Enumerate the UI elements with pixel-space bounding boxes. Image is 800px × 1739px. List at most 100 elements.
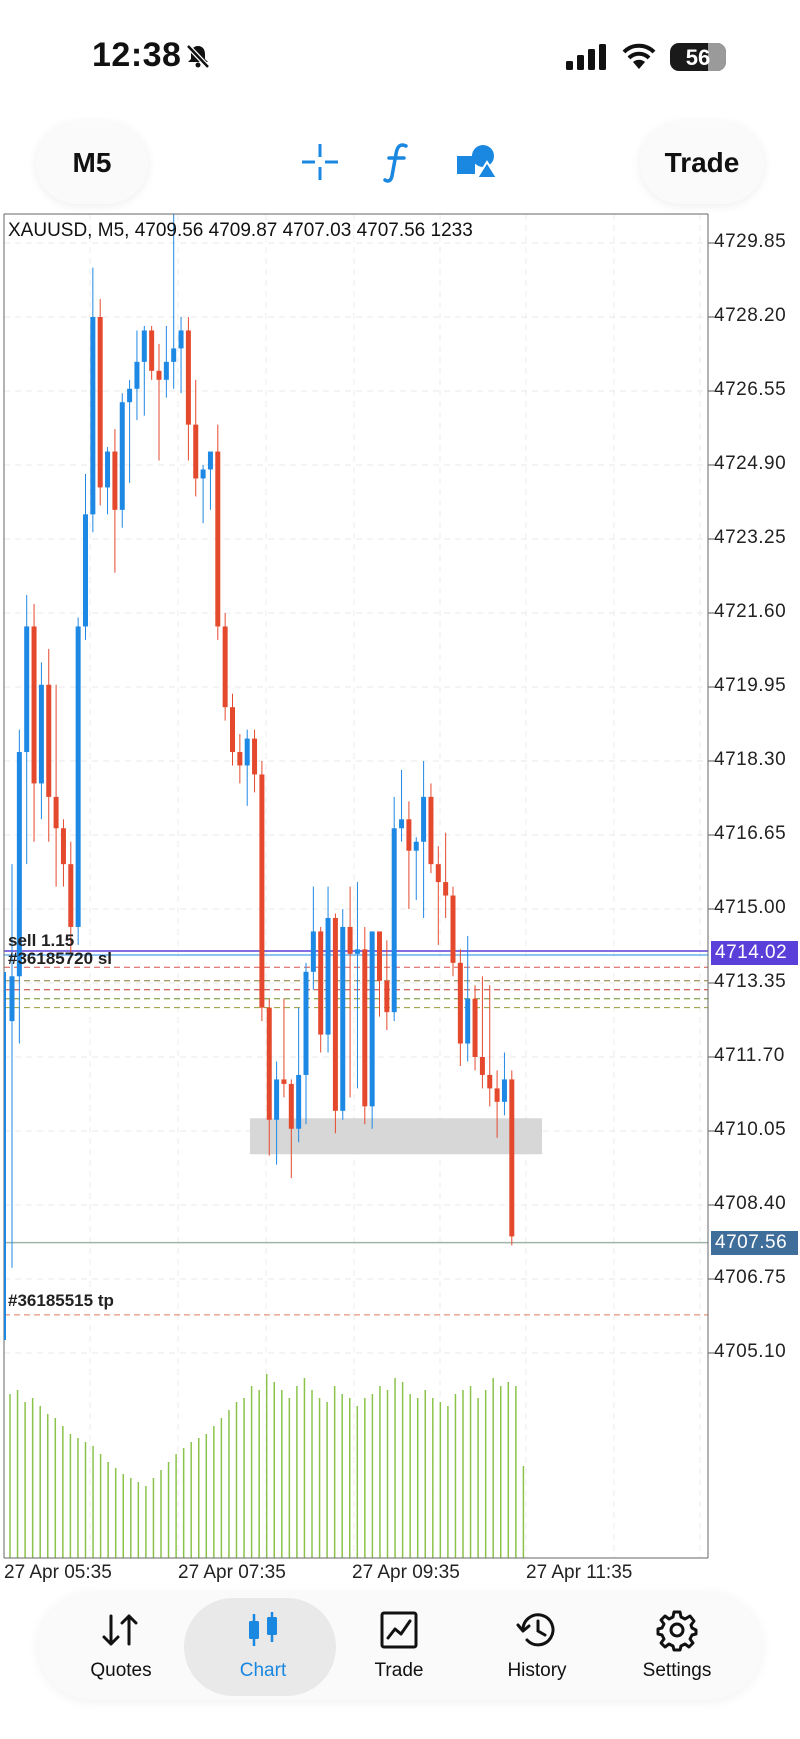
candle-body [296, 1074, 302, 1129]
indicators-function-icon[interactable] [372, 136, 424, 188]
candle-body [472, 998, 478, 1057]
candle-body [97, 317, 103, 488]
price-chart[interactable] [0, 212, 800, 1592]
candle-body [281, 1079, 287, 1084]
nav-history-label: History [507, 1660, 567, 1681]
price-tick-label: 4705.10 [714, 1341, 787, 1362]
candle-body [252, 738, 258, 775]
candle-body [215, 451, 221, 627]
price-tick-label: 4711.70 [714, 1045, 785, 1066]
price-tick-label: 4718.30 [714, 749, 787, 770]
candle-body [200, 469, 206, 479]
price-tick-label: 4721.60 [714, 601, 787, 622]
objects-shapes-icon[interactable] [450, 136, 502, 188]
current-price-tag: 4707.56 [711, 1230, 798, 1255]
candle-body [46, 684, 52, 797]
candle-body [457, 962, 463, 1044]
quotes-arrows-icon [102, 1614, 138, 1646]
candle-body [119, 402, 125, 510]
stop-loss-label: #36185720 sl [8, 948, 112, 968]
battery-indicator: 56 [670, 43, 726, 71]
candle-body [310, 931, 316, 972]
price-tick-label: 4728.20 [714, 305, 787, 326]
candle-body [112, 451, 118, 510]
candle-body [325, 917, 331, 1035]
sell-order-label: sell 1.15 [8, 930, 75, 950]
price-tick-label: 4729.85 [714, 231, 787, 252]
candle-body [127, 388, 133, 403]
candle-body [413, 841, 419, 851]
candle-body [105, 451, 111, 488]
candle-body [163, 361, 169, 380]
price-tick-label: 4710.05 [714, 1119, 787, 1140]
volume-bars [9, 1374, 525, 1558]
candle-body [237, 752, 243, 766]
nav-quotes-label: Quotes [90, 1660, 152, 1681]
candle-body [494, 1088, 500, 1102]
timeframe-button[interactable]: M5 [36, 122, 148, 204]
candle-body [406, 819, 412, 851]
price-tick-label: 4716.65 [714, 823, 787, 844]
candle-body [149, 330, 155, 371]
candle-body [347, 926, 353, 954]
candle-body [207, 451, 213, 470]
candle-body [501, 1079, 507, 1102]
candle-body [185, 330, 191, 425]
candles [9, 213, 515, 1268]
candle-body [391, 828, 397, 1013]
candle-body [354, 949, 360, 954]
gear-icon [656, 1610, 698, 1652]
candle-body [509, 1079, 515, 1237]
chart-grid [4, 214, 714, 1558]
candle-body [369, 931, 375, 1107]
candle-body [384, 980, 390, 1013]
chart-frame [3, 213, 709, 1559]
trade-chart-icon [380, 1611, 418, 1649]
candle-body [171, 348, 177, 362]
candle-body [75, 626, 81, 927]
nav-chart-label: Chart [239, 1660, 287, 1681]
crosshair-icon[interactable] [294, 136, 346, 188]
time-tick-label: 27 Apr 05:35 [4, 1562, 112, 1583]
signal-icon [566, 44, 606, 70]
chart-info: XAUUSD, M5, 4709.56 4709.87 4707.03 4707… [8, 220, 473, 241]
nav-quotes[interactable]: Quotes [46, 1598, 196, 1694]
price-tick-label: 4723.25 [714, 527, 787, 548]
nav-settings-label: Settings [642, 1660, 712, 1681]
price-tick-label: 4708.40 [714, 1193, 787, 1214]
status-time: 12:38 [92, 36, 182, 74]
candle-body [90, 317, 96, 515]
candle-body [68, 864, 74, 927]
candle-body [399, 819, 405, 829]
candle-body [24, 626, 30, 753]
candle-body [443, 882, 449, 896]
nav-settings[interactable]: Settings [602, 1598, 752, 1694]
time-tick-label: 27 Apr 09:35 [352, 1562, 460, 1583]
nav-history[interactable]: History [462, 1598, 612, 1694]
candle-body [244, 738, 250, 766]
candle-body [230, 707, 235, 753]
trade-button[interactable]: Trade [640, 122, 764, 204]
candle-body [450, 895, 456, 963]
candle-body [53, 796, 59, 829]
sell-line-price-tag: 4714.02 [711, 940, 798, 965]
candle-body [193, 424, 199, 479]
candle-body [487, 1074, 493, 1089]
candle-body [274, 1079, 280, 1120]
candle-body [222, 626, 228, 708]
candle-body [435, 864, 441, 883]
candle-body [134, 361, 140, 389]
nav-trade[interactable]: Trade [324, 1598, 474, 1694]
candle-body [479, 1057, 485, 1075]
candle-body [83, 514, 88, 627]
candle-body [259, 774, 265, 1008]
candle-body [178, 330, 184, 349]
history-clock-icon [516, 1613, 555, 1647]
candle-body [428, 796, 434, 865]
candle-body [362, 949, 368, 1107]
nav-trade-label: Trade [374, 1660, 424, 1681]
price-tick-label: 4724.90 [714, 453, 787, 474]
nav-chart[interactable]: Chart [184, 1598, 338, 1696]
candle-body [303, 971, 309, 1075]
wifi-icon [622, 43, 656, 69]
